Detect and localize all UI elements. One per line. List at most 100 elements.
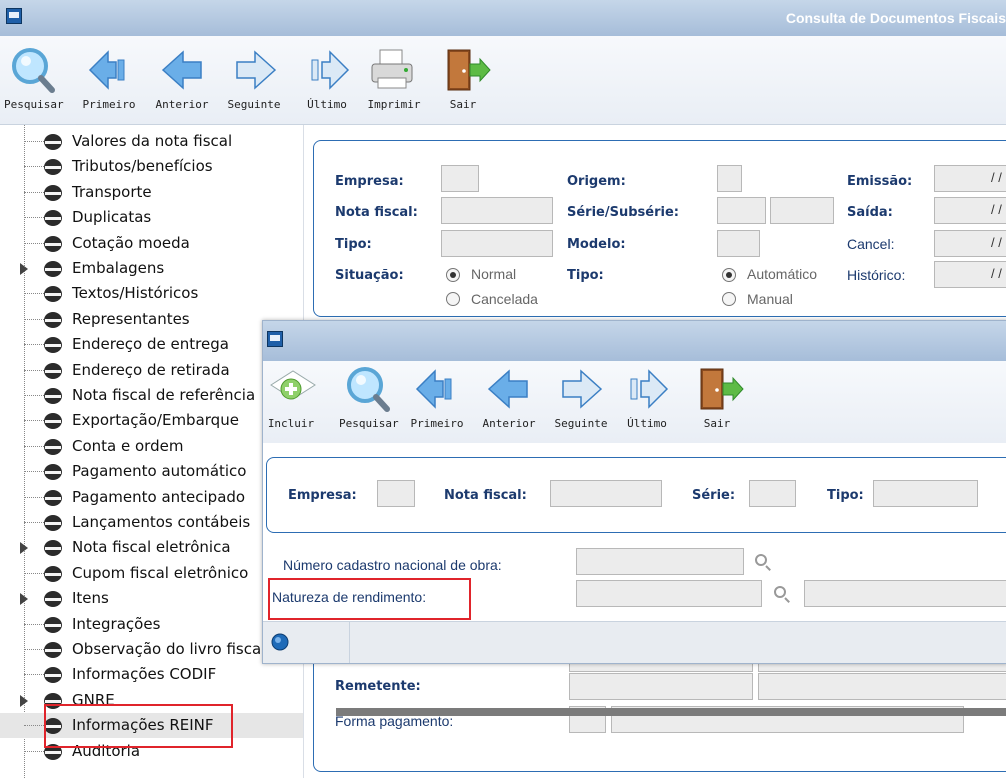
tree-connector [24,318,44,320]
nota-fiscal-field[interactable] [441,197,553,224]
historico-label: Histórico: [847,267,906,283]
main-toolbar: Pesquisar Primeiro Anterior Seguinte Últ… [0,36,1006,125]
window-menu-icon[interactable] [6,8,22,24]
dialog-ultimo-button[interactable]: Último [619,363,675,430]
remetente-name-field[interactable] [758,673,1006,700]
dialog-empresa-field[interactable] [377,480,415,507]
tree-item[interactable]: Conta e ordem [0,434,303,459]
tree-item-label: Valores da nota fiscal [72,132,233,150]
origem-field[interactable] [717,165,742,192]
pesquisar-button[interactable]: Pesquisar [4,44,64,111]
dialog-window-menu-icon[interactable] [267,331,283,347]
tree-connector [24,395,44,396]
tree-item[interactable]: Exportação/Embarque [0,408,303,433]
empresa-label: Empresa: [335,174,404,189]
incluir-button[interactable]: Incluir [263,363,319,430]
tree-node-icon [44,464,62,481]
cancel-field[interactable]: / / [934,230,1006,257]
natureza-lookup-icon[interactable] [774,586,786,598]
tree-item[interactable]: Lançamentos contábeis [0,510,303,535]
horizontal-scrollbar[interactable] [336,708,1006,716]
tree-item[interactable]: Integrações [0,612,303,637]
tree-node-icon [44,388,62,404]
dialog-nota-fiscal-field[interactable] [550,480,662,507]
tree-item[interactable]: Endereço de retirada [0,358,303,383]
serie-field[interactable] [717,197,766,224]
situacao-cancelada-label: Cancelada [471,291,538,307]
tree-item-label: Pagamento antecipado [72,487,246,506]
sair-label: Sair [449,98,477,111]
tree-item[interactable]: Representantes [0,307,303,332]
tree-item[interactable]: Cotação moeda [0,231,303,256]
imprimir-button[interactable]: Imprimir [366,44,422,111]
cno-label: Número cadastro nacional de obra: [283,557,502,573]
dialog-serie-field[interactable] [749,480,796,507]
tipo-manual-radio[interactable] [722,292,736,306]
dialog-pesquisar-button[interactable]: Pesquisar [339,363,399,430]
tree-item-label: Cupom fiscal eletrônico [72,563,249,582]
tree-item[interactable]: Pagamento automático [0,459,303,484]
tree-item[interactable]: Informações CODIF [0,662,303,687]
sair-button[interactable]: Sair [436,44,491,111]
cno-field[interactable] [576,548,744,575]
dialog-primeiro-button[interactable]: Primeiro [409,363,465,430]
tree-node-icon [44,565,62,582]
tree-item[interactable]: Itens [0,586,303,611]
ultimo-button[interactable]: Último [300,44,354,111]
primeiro-button[interactable]: Primeiro [82,44,136,111]
situacao-cancelada-radio[interactable] [446,292,460,306]
tree-item[interactable]: Embalagens [0,256,303,281]
tree-item-label: Cotação moeda [72,233,190,252]
natureza-rendimento-code-field[interactable] [576,580,762,607]
situacao-normal-radio[interactable] [446,268,460,282]
tree-node-icon [44,337,62,354]
pesquisar-label: Pesquisar [4,98,64,111]
tree-item[interactable]: Tributos/benefícios [0,154,303,179]
anterior-button[interactable]: Anterior [155,44,209,111]
dialog-seguinte-button[interactable]: Seguinte [553,363,609,430]
natureza-rendimento-desc-field[interactable] [804,580,1006,607]
dialog-tipo-field[interactable] [873,480,978,507]
cno-lookup-icon[interactable] [755,554,767,566]
subserie-field[interactable] [770,197,834,224]
saida-field[interactable]: / / [934,197,1006,224]
tree-item[interactable]: Observação do livro fiscal [0,637,303,662]
tipo-automatico-radio[interactable] [722,268,736,282]
tree-item[interactable]: Cupom fiscal eletrônico [0,561,303,586]
tree-item[interactable]: Transporte [0,180,303,205]
dialog-anterior-button[interactable]: Anterior [481,363,537,430]
tree-item[interactable]: Duplicatas [0,205,303,230]
dialog-empresa-label: Empresa: [288,488,357,503]
tipo-field[interactable] [441,230,553,257]
expand-arrow-icon[interactable] [20,593,28,606]
last-arrow-icon [311,50,350,90]
tree-item[interactable]: Nota fiscal eletrônica [0,535,303,560]
tree-item[interactable]: Textos/Históricos [0,281,303,306]
tree-item[interactable]: Endereço de entrega [0,332,303,357]
empresa-field[interactable] [441,165,479,192]
tree-connector [24,141,44,142]
tree-item[interactable]: Pagamento antecipado [0,485,303,510]
help-globe-icon[interactable] [271,633,289,651]
expand-arrow-icon[interactable] [20,263,28,275]
tree-item[interactable]: Nota fiscal de referência [0,383,303,408]
tree-connector [24,572,44,574]
document-header-form: Empresa: Nota fiscal: Tipo: Situação: No… [313,140,1006,317]
tree-node-icon [44,159,62,176]
situacao-normal-label: Normal [471,266,517,282]
expand-arrow-icon[interactable] [20,694,28,707]
historico-field[interactable]: / / [934,261,1006,288]
remetente-code-field[interactable] [569,673,753,700]
modelo-field[interactable] [717,230,760,257]
emissao-field[interactable]: / / [934,165,1006,192]
magnifier-icon [347,367,390,412]
dialog-sair-button[interactable]: Sair [689,363,745,430]
tree-connector [24,674,44,676]
tree-item[interactable]: Valores da nota fiscal [0,129,303,154]
expand-arrow-icon[interactable] [20,542,28,555]
seguinte-button[interactable]: Seguinte [227,44,281,111]
tree-connector [24,623,44,625]
ultimo-label: Último [307,98,347,111]
dialog-nota-fiscal-label: Nota fiscal: [444,488,527,503]
tree-item-label: Itens [72,589,109,608]
